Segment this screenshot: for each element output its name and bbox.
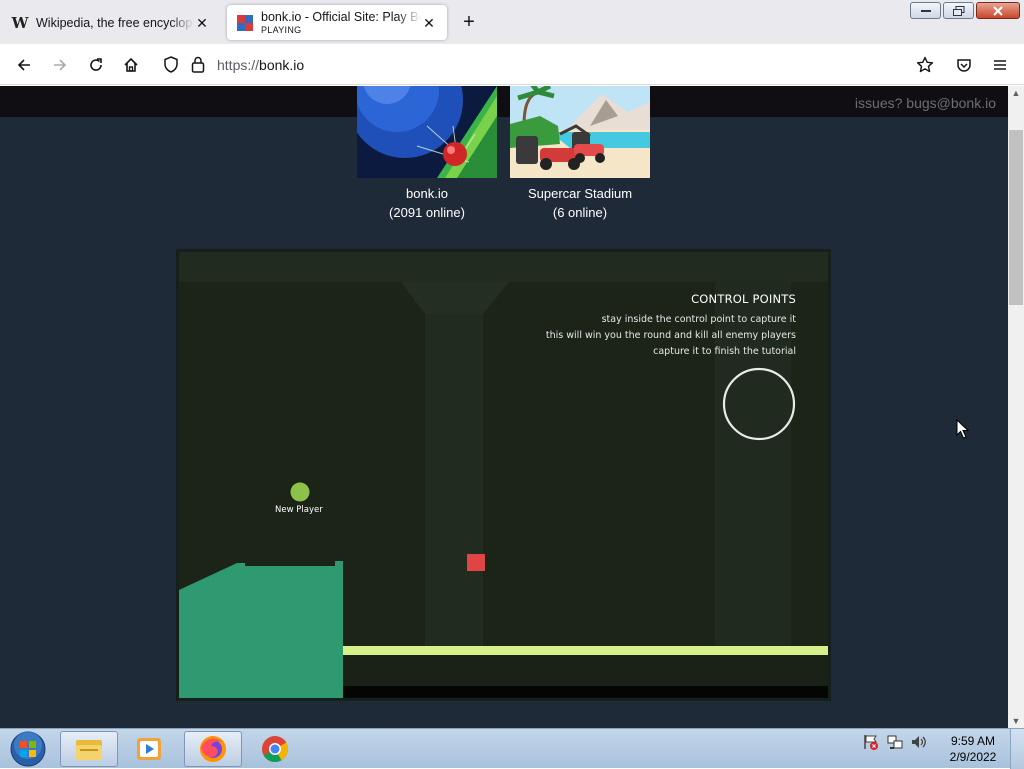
restore-button[interactable]	[943, 2, 974, 19]
green-platform	[179, 561, 343, 698]
back-arrow-icon	[17, 59, 30, 71]
windows-logo-icon	[10, 731, 46, 767]
page-scrollbar[interactable]: ▲ ▼	[1008, 86, 1024, 728]
supercar-thumbnail	[510, 86, 650, 178]
game-canvas[interactable]: CONTROL POINTS stay inside the control p…	[176, 249, 831, 701]
url-text: https://bonk.io	[217, 57, 305, 73]
page-top-strip: issues? bugs@bonk.io	[0, 86, 1008, 117]
tab-bonk-title: bonk.io - Official Site: Play Bonk	[261, 10, 421, 24]
clock-time: 9:59 AM	[950, 734, 996, 748]
game-card-bonk[interactable]: bonk.io (2091 online)	[357, 86, 497, 220]
minimize-button[interactable]	[910, 2, 941, 19]
tab-bonk[interactable]: bonk.io - Official Site: Play Bonk PLAYI…	[227, 5, 447, 40]
start-button[interactable]	[0, 731, 56, 767]
game-name-bonk: bonk.io	[406, 186, 448, 201]
reload-icon	[90, 58, 102, 71]
tab-bar: W Wikipedia, the free encyclopedia ✕ bon…	[0, 0, 1024, 44]
media-player-icon	[137, 738, 161, 760]
lock-icon[interactable]	[191, 56, 205, 73]
tutorial-text: CONTROL POINTS stay inside the control p…	[546, 292, 796, 360]
taskbar-firefox[interactable]	[184, 731, 242, 767]
game-card-supercar[interactable]: Supercar Stadium (6 online)	[510, 86, 650, 220]
contact-email[interactable]: issues? bugs@bonk.io	[855, 95, 996, 111]
reload-button[interactable]	[83, 52, 109, 78]
new-tab-button[interactable]: +	[458, 11, 480, 33]
scroll-down-arrow-icon[interactable]: ▼	[1008, 714, 1024, 728]
home-icon	[124, 57, 138, 72]
scroll-thumb[interactable]	[1009, 130, 1023, 305]
pocket-button[interactable]	[951, 52, 977, 78]
windows-taskbar: 9:59 AM 2/9/2022	[0, 728, 1024, 769]
wikipedia-w-icon: W	[11, 13, 29, 32]
mouse-cursor-icon	[956, 419, 970, 439]
volume-icon[interactable]	[910, 733, 928, 751]
back-button[interactable]	[11, 52, 37, 78]
tab-wikipedia[interactable]: W Wikipedia, the free encyclopedia ✕	[2, 5, 220, 40]
forward-arrow-icon	[54, 59, 67, 71]
scroll-up-arrow-icon[interactable]: ▲	[1008, 86, 1024, 100]
taskbar-media-player[interactable]	[120, 731, 178, 767]
taskbar-chrome[interactable]	[246, 731, 304, 767]
tutorial-line: this will win you the round and kill all…	[545, 330, 796, 341]
menu-button[interactable]	[987, 52, 1013, 78]
red-box	[467, 554, 485, 571]
star-icon	[916, 56, 934, 73]
player-name-label: New Player	[275, 505, 323, 515]
tutorial-heading: CONTROL POINTS	[691, 292, 796, 306]
tab-wikipedia-title: Wikipedia, the free encyclopedia	[36, 15, 194, 30]
chrome-icon	[262, 736, 289, 763]
bonk-page: issues? bugs@bonk.io bonk.io (2091 onlin…	[0, 86, 1008, 728]
firefox-icon	[200, 736, 226, 762]
tutorial-line: stay inside the control point to capture…	[601, 314, 796, 325]
close-tab-icon[interactable]: ✕	[194, 15, 210, 31]
action-center-flag-icon[interactable]	[862, 733, 880, 751]
player-ball	[290, 482, 310, 502]
window-controls	[910, 2, 1020, 19]
shield-icon[interactable]	[163, 56, 179, 73]
navigation-bar: https://bonk.io	[0, 44, 1024, 85]
bonk-favicon	[237, 14, 253, 31]
game-online-bonk: (2091 online)	[389, 205, 465, 220]
home-button[interactable]	[118, 52, 144, 78]
bonk-thumbnail	[357, 86, 497, 178]
hamburger-menu-icon	[994, 60, 1006, 70]
system-tray	[862, 733, 928, 751]
tutorial-line: capture it to finish the tutorial	[653, 346, 796, 357]
game-name-supercar: Supercar Stadium	[527, 186, 633, 201]
forward-button[interactable]	[47, 52, 73, 78]
game-online-supercar: (6 online)	[552, 205, 608, 220]
network-icon[interactable]	[886, 733, 904, 751]
close-window-button[interactable]	[976, 2, 1020, 19]
url-bar[interactable]: https://bonk.io	[154, 49, 950, 80]
close-tab-icon[interactable]: ✕	[421, 15, 437, 31]
bookmark-star-button[interactable]	[912, 52, 938, 78]
tab-playing-label: PLAYING	[261, 25, 302, 35]
clock-date: 2/9/2022	[949, 750, 997, 764]
folder-icon	[76, 740, 102, 760]
taskbar-explorer[interactable]	[60, 731, 118, 767]
floor-platform	[343, 646, 828, 655]
show-desktop-button[interactable]	[1010, 729, 1024, 769]
taskbar-clock[interactable]: 9:59 AM 2/9/2022	[942, 733, 1004, 765]
pocket-icon	[957, 59, 971, 72]
